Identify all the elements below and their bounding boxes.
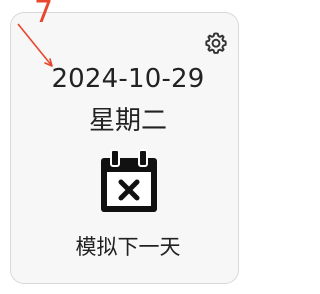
calendar-x-icon[interactable] <box>97 148 161 216</box>
gear-icon[interactable] <box>203 30 229 56</box>
annotation-number: 7 <box>34 0 54 30</box>
date-text: 2024-10-29 <box>51 64 205 94</box>
simulate-next-day-button[interactable]: 模拟下一天 <box>0 232 256 262</box>
weekday-text: 星期二 <box>88 106 167 136</box>
